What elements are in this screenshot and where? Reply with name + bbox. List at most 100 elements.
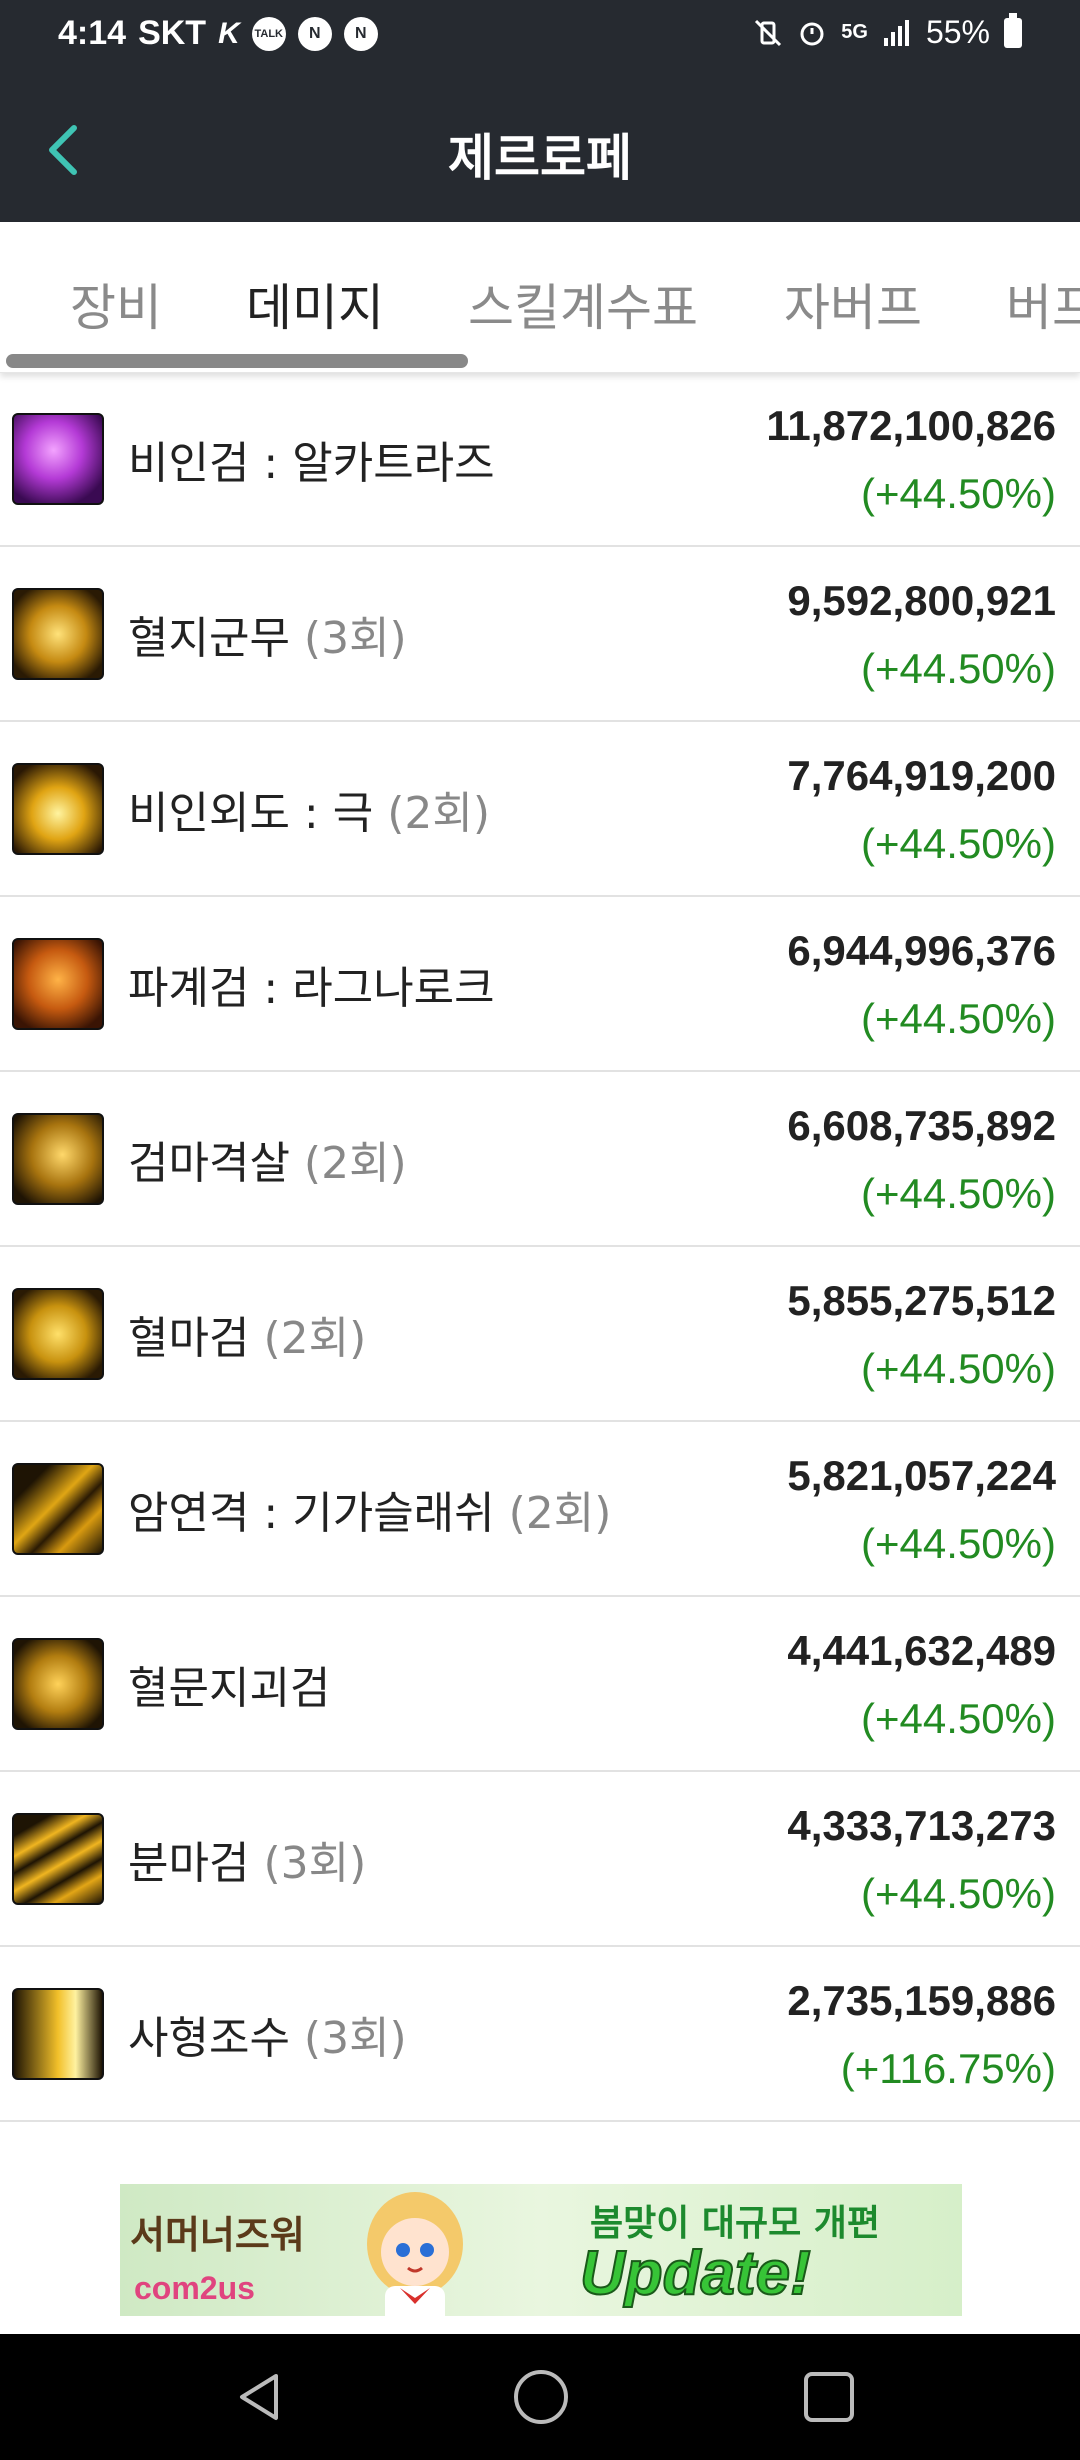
damage-block: 7,764,919,200 (+44.50%): [787, 750, 1056, 870]
damage-value: 2,735,159,886: [787, 1977, 1056, 2024]
list-item[interactable]: 사형조수 (3회) 2,735,159,886 (+116.75%): [0, 1947, 1080, 2122]
list-item[interactable]: 혈지군무 (3회) 9,592,800,921 (+44.50%): [0, 547, 1080, 722]
ad-game-logo: 서머너즈워: [130, 2215, 305, 2257]
damage-percent: (+44.50%): [861, 1870, 1056, 1917]
damage-value: 5,821,057,224: [787, 1452, 1056, 1499]
triangle-back-icon: [240, 2374, 278, 2420]
damage-percent: (+44.50%): [861, 645, 1056, 692]
skill-name: 비인검 : 알카트라즈: [128, 427, 495, 491]
damage-block: 5,821,057,224 (+44.50%): [787, 1450, 1056, 1570]
status-carrier: SKT: [138, 14, 207, 52]
skill-name: 혈문지괴검: [128, 1652, 330, 1716]
list-item[interactable]: 비인외도 : 극 (2회) 7,764,919,200 (+44.50%): [0, 722, 1080, 897]
battery-level: 55%: [925, 14, 990, 50]
system-nav-bar: [0, 2334, 1080, 2460]
damage-block: 11,872,100,826 (+44.50%): [766, 400, 1056, 520]
damage-percent: (+44.50%): [861, 820, 1056, 867]
damage-value: 4,333,713,273: [787, 1802, 1056, 1849]
list-item[interactable]: 파계검 : 라그나로크 6,944,996,376 (+44.50%): [0, 897, 1080, 1072]
swirl-slash-icon: [12, 1287, 104, 1380]
damage-percent: (+44.50%): [861, 995, 1056, 1042]
hit-count: (2회): [263, 1312, 367, 1364]
hit-count: (2회): [508, 1487, 612, 1539]
damage-block: 5,855,275,512 (+44.50%): [787, 1275, 1056, 1395]
damage-percent: (+44.50%): [861, 1695, 1056, 1742]
nav-recents-button[interactable]: [796, 2364, 862, 2430]
damage-block: 4,333,713,273 (+44.50%): [787, 1800, 1056, 1920]
skill-name: 사형조수 (3회): [128, 2002, 407, 2066]
page-title: 제르로페: [448, 129, 632, 187]
purple-slash-icon: [12, 412, 104, 505]
damage-percent: (+44.50%): [861, 1520, 1056, 1567]
demon-face-icon: [12, 937, 104, 1030]
alarm-icon: [800, 22, 824, 45]
damage-value: 6,944,996,376: [787, 927, 1056, 974]
burst-icon: [12, 762, 104, 855]
hit-count: (3회): [263, 1837, 367, 1889]
circle-home-icon: [514, 2370, 568, 2424]
nav-home-button[interactable]: [508, 2364, 574, 2430]
damage-block: 9,592,800,921 (+44.50%): [787, 575, 1056, 695]
dance-figure-icon: [12, 587, 104, 680]
skill-name: 분마검 (3회): [128, 1827, 366, 1891]
skill-name-text: 검마격살: [128, 1137, 290, 1189]
ad-brand: com2us: [134, 2270, 255, 2306]
naver-icon: N: [297, 16, 332, 51]
k-notification-icon: K: [218, 16, 240, 50]
tab-buff[interactable]: 버프: [1006, 268, 1080, 340]
damage-block: 6,944,996,376 (+44.50%): [787, 925, 1056, 1045]
dragon-head-icon: [12, 1112, 104, 1205]
hit-count: (2회): [387, 787, 491, 839]
status-bar: 4:14 SKT K TALK N N 5G 55%: [0, 0, 1080, 80]
status-time: 4:14: [58, 14, 127, 52]
damage-block: 4,441,632,489 (+44.50%): [787, 1625, 1056, 1745]
beast-icon: [12, 1637, 104, 1730]
skill-name-text: 혈문지괴검: [128, 1662, 331, 1714]
claw-slash-icon: [12, 1462, 104, 1555]
signal-icon: [883, 19, 909, 46]
tab-self-buff[interactable]: 자버프: [784, 268, 922, 340]
damage-block: 2,735,159,886 (+116.75%): [787, 1975, 1056, 2095]
tab-damage[interactable]: 데미지: [246, 268, 384, 340]
damage-percent: (+44.50%): [861, 1170, 1056, 1217]
damage-value: 6,608,735,892: [787, 1102, 1056, 1149]
skill-name-text: 사형조수: [128, 2012, 290, 2064]
tab-skill-coefficients[interactable]: 스킬계수표: [468, 268, 698, 340]
damage-value: 9,592,800,921: [787, 577, 1056, 624]
tab-indicator: [6, 354, 468, 368]
skill-name: 파계검 : 라그나로크: [128, 952, 495, 1016]
list-item[interactable]: 분마검 (3회) 4,333,713,273 (+44.50%): [0, 1772, 1080, 1947]
skill-name: 혈마검 (2회): [128, 1302, 366, 1366]
skill-name: 암연격 : 기가슬래쉬 (2회): [128, 1477, 611, 1541]
skill-name-text: 분마검: [128, 1837, 250, 1889]
skill-name-text: 암연격 : 기가슬래쉬: [128, 1487, 495, 1539]
hit-count: (2회): [303, 1137, 407, 1189]
damage-block: 6,608,735,892 (+44.50%): [787, 1100, 1056, 1220]
tab-bar: 장비 데미지 스킬계수표 자버프 버프: [0, 222, 1080, 373]
list-item[interactable]: 비인검 : 알카트라즈 11,872,100,826 (+44.50%): [0, 372, 1080, 547]
damage-value: 5,855,275,512: [787, 1277, 1056, 1324]
nav-back-button[interactable]: [226, 2364, 292, 2430]
damage-value: 4,441,632,489: [787, 1627, 1056, 1674]
tab-equipment[interactable]: 장비: [70, 268, 162, 340]
skill-name: 혈지군무 (3회): [128, 602, 407, 666]
battery-icon: [1004, 12, 1022, 48]
list-item[interactable]: 검마격살 (2회) 6,608,735,892 (+44.50%): [0, 1072, 1080, 1247]
app-bar: 제르로페: [0, 80, 1080, 222]
list-item[interactable]: 혈마검 (2회) 5,855,275,512 (+44.50%): [0, 1247, 1080, 1422]
status-right: 5G 55%: [753, 12, 1022, 51]
ad-cta: Update!: [579, 2238, 812, 2309]
damage-list: 비인검 : 알카트라즈 11,872,100,826 (+44.50%) 혈지군…: [0, 372, 1080, 2122]
triple-slash-icon: [12, 1812, 104, 1905]
skill-name-text: 비인검 : 알카트라즈: [128, 437, 495, 489]
damage-percent: (+44.50%): [861, 1345, 1056, 1392]
ad-banner[interactable]: 서머너즈워 com2us 봄맞이 대규모 개편 Update!: [120, 2184, 962, 2316]
damage-percent: (+116.75%): [840, 2045, 1056, 2092]
list-item[interactable]: 혈문지괴검 4,441,632,489 (+44.50%): [0, 1597, 1080, 1772]
skill-name-text: 혈지군무: [128, 612, 290, 664]
naver-icon: N: [343, 16, 378, 51]
damage-percent: (+44.50%): [861, 470, 1056, 517]
vibrate-icon: [755, 19, 782, 46]
damage-value: 7,764,919,200: [787, 752, 1056, 799]
list-item[interactable]: 암연격 : 기가슬래쉬 (2회) 5,821,057,224 (+44.50%): [0, 1422, 1080, 1597]
